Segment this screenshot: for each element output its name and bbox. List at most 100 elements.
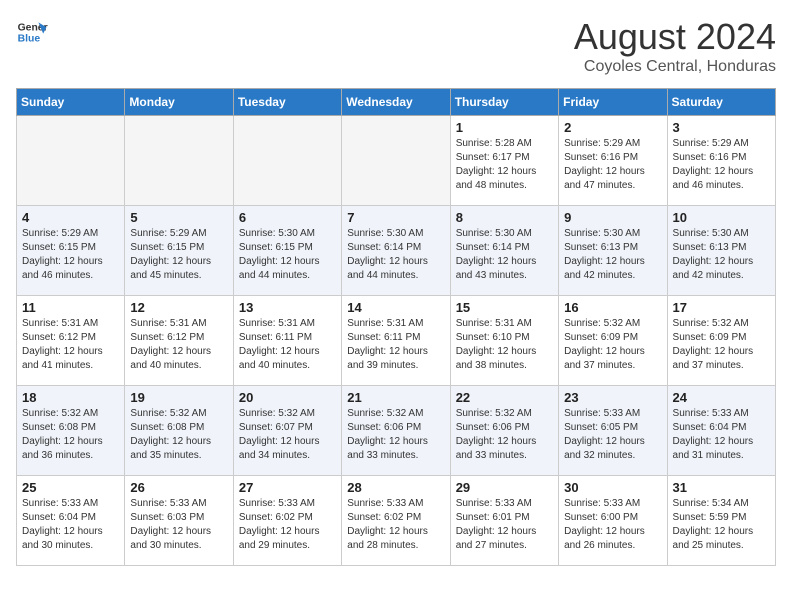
day-cell: 25 Sunrise: 5:33 AM Sunset: 6:04 PM Dayli… <box>17 476 125 566</box>
day-number: 14 <box>347 300 444 315</box>
day-number: 8 <box>456 210 553 225</box>
day-cell: 13 Sunrise: 5:31 AM Sunset: 6:11 PM Dayli… <box>233 296 341 386</box>
day-info: Sunrise: 5:31 AM Sunset: 6:11 PM Dayligh… <box>347 317 444 373</box>
day-number: 2 <box>564 120 661 135</box>
day-cell: 6Sunrise: 5:30 AM Sunset: 6:15 PM Daylig… <box>233 206 341 296</box>
day-info: Sunrise: 5:33 AM Sunset: 6:02 PM Dayligh… <box>239 497 336 553</box>
col-header-tuesday: Tuesday <box>233 89 341 116</box>
day-info: Sunrise: 5:31 AM Sunset: 6:11 PM Dayligh… <box>239 317 336 373</box>
calendar-body: 1Sunrise: 5:28 AM Sunset: 6:17 PM Daylig… <box>17 116 776 566</box>
day-cell: 14 Sunrise: 5:31 AM Sunset: 6:11 PM Dayli… <box>342 296 450 386</box>
day-cell: 8 Sunrise: 5:30 AM Sunset: 6:14 PM Daylig… <box>450 206 558 296</box>
day-cell: 9 Sunrise: 5:30 AM Sunset: 6:13 PM Daylig… <box>559 206 667 296</box>
day-info: Sunrise: 5:29 AM Sunset: 6:16 PM Dayligh… <box>673 137 770 193</box>
day-cell: 23 Sunrise: 5:33 AM Sunset: 6:05 PM Dayli… <box>559 386 667 476</box>
day-cell: 28Sunrise: 5:33 AM Sunset: 6:02 PM Dayli… <box>342 476 450 566</box>
week-row-4: 18 Sunrise: 5:32 AM Sunset: 6:08 PM Dayli… <box>17 386 776 476</box>
week-row-3: 11 Sunrise: 5:31 AM Sunset: 6:12 PM Dayli… <box>17 296 776 386</box>
day-info: Sunrise: 5:33 AM Sunset: 6:05 PM Dayligh… <box>564 407 661 463</box>
day-number: 22 <box>456 390 553 405</box>
week-row-5: 25 Sunrise: 5:33 AM Sunset: 6:04 PM Dayli… <box>17 476 776 566</box>
day-number: 26 <box>130 480 227 495</box>
day-number: 10 <box>673 210 770 225</box>
day-info: Sunrise: 5:33 AM Sunset: 6:03 PM Dayligh… <box>130 497 227 553</box>
col-header-thursday: Thursday <box>450 89 558 116</box>
day-cell: 22 Sunrise: 5:32 AM Sunset: 6:06 PM Dayli… <box>450 386 558 476</box>
day-number: 9 <box>564 210 661 225</box>
day-cell: 29Sunrise: 5:33 AM Sunset: 6:01 PM Dayli… <box>450 476 558 566</box>
week-row-1: 1Sunrise: 5:28 AM Sunset: 6:17 PM Daylig… <box>17 116 776 206</box>
day-number: 18 <box>22 390 119 405</box>
logo: General Blue <box>16 16 48 48</box>
day-cell: 7 Sunrise: 5:30 AM Sunset: 6:14 PM Daylig… <box>342 206 450 296</box>
day-info: Sunrise: 5:33 AM Sunset: 6:04 PM Dayligh… <box>673 407 770 463</box>
day-number: 21 <box>347 390 444 405</box>
month-title: August 2024 <box>574 16 776 58</box>
day-info: Sunrise: 5:32 AM Sunset: 6:08 PM Dayligh… <box>130 407 227 463</box>
col-header-monday: Monday <box>125 89 233 116</box>
day-cell: 1Sunrise: 5:28 AM Sunset: 6:17 PM Daylig… <box>450 116 558 206</box>
day-info: Sunrise: 5:31 AM Sunset: 6:12 PM Dayligh… <box>22 317 119 373</box>
day-number: 31 <box>673 480 770 495</box>
day-number: 29 <box>456 480 553 495</box>
day-cell: 4 Sunrise: 5:29 AM Sunset: 6:15 PM Daylig… <box>17 206 125 296</box>
day-number: 23 <box>564 390 661 405</box>
day-info: Sunrise: 5:32 AM Sunset: 6:06 PM Dayligh… <box>456 407 553 463</box>
day-cell: 20 Sunrise: 5:32 AM Sunset: 6:07 PM Dayli… <box>233 386 341 476</box>
day-number: 15 <box>456 300 553 315</box>
day-number: 27 <box>239 480 336 495</box>
day-info: Sunrise: 5:34 AM Sunset: 5:59 PM Dayligh… <box>673 497 770 553</box>
title-area: August 2024 Coyoles Central, Honduras <box>574 16 776 76</box>
header: General Blue August 2024 Coyoles Central… <box>16 16 776 76</box>
day-number: 24 <box>673 390 770 405</box>
day-info: Sunrise: 5:29 AM Sunset: 6:16 PM Dayligh… <box>564 137 661 193</box>
day-number: 6 <box>239 210 336 225</box>
day-info: Sunrise: 5:31 AM Sunset: 6:10 PM Dayligh… <box>456 317 553 373</box>
day-number: 4 <box>22 210 119 225</box>
day-info: Sunrise: 5:30 AM Sunset: 6:13 PM Dayligh… <box>673 227 770 283</box>
day-number: 20 <box>239 390 336 405</box>
svg-text:Blue: Blue <box>18 34 41 45</box>
day-number: 17 <box>673 300 770 315</box>
day-cell: 30Sunrise: 5:33 AM Sunset: 6:00 PM Dayli… <box>559 476 667 566</box>
calendar-table: SundayMondayTuesdayWednesdayThursdayFrid… <box>16 88 776 566</box>
column-headers: SundayMondayTuesdayWednesdayThursdayFrid… <box>17 89 776 116</box>
day-info: Sunrise: 5:33 AM Sunset: 6:04 PM Dayligh… <box>22 497 119 553</box>
col-header-saturday: Saturday <box>667 89 775 116</box>
day-info: Sunrise: 5:29 AM Sunset: 6:15 PM Dayligh… <box>22 227 119 283</box>
day-cell: 10 Sunrise: 5:30 AM Sunset: 6:13 PM Dayli… <box>667 206 775 296</box>
col-header-wednesday: Wednesday <box>342 89 450 116</box>
week-row-2: 4 Sunrise: 5:29 AM Sunset: 6:15 PM Daylig… <box>17 206 776 296</box>
day-cell: 15 Sunrise: 5:31 AM Sunset: 6:10 PM Dayli… <box>450 296 558 386</box>
day-info: Sunrise: 5:33 AM Sunset: 6:00 PM Dayligh… <box>564 497 661 553</box>
day-number: 5 <box>130 210 227 225</box>
day-cell: 3Sunrise: 5:29 AM Sunset: 6:16 PM Daylig… <box>667 116 775 206</box>
col-header-sunday: Sunday <box>17 89 125 116</box>
day-info: Sunrise: 5:30 AM Sunset: 6:14 PM Dayligh… <box>456 227 553 283</box>
day-cell <box>233 116 341 206</box>
location-title: Coyoles Central, Honduras <box>574 58 776 76</box>
day-number: 7 <box>347 210 444 225</box>
day-cell <box>342 116 450 206</box>
day-number: 1 <box>456 120 553 135</box>
day-info: Sunrise: 5:32 AM Sunset: 6:07 PM Dayligh… <box>239 407 336 463</box>
day-number: 25 <box>22 480 119 495</box>
day-cell: 18Sunrise: 5:32 AM Sunset: 6:08 PM Dayli… <box>17 386 125 476</box>
day-cell: 12Sunrise: 5:31 AM Sunset: 6:12 PM Dayli… <box>125 296 233 386</box>
day-info: Sunrise: 5:32 AM Sunset: 6:09 PM Dayligh… <box>673 317 770 373</box>
day-cell <box>125 116 233 206</box>
day-number: 19 <box>130 390 227 405</box>
day-number: 16 <box>564 300 661 315</box>
day-cell: 27 Sunrise: 5:33 AM Sunset: 6:02 PM Dayli… <box>233 476 341 566</box>
day-number: 28 <box>347 480 444 495</box>
day-cell <box>17 116 125 206</box>
day-info: Sunrise: 5:30 AM Sunset: 6:14 PM Dayligh… <box>347 227 444 283</box>
col-header-friday: Friday <box>559 89 667 116</box>
day-cell: 17 Sunrise: 5:32 AM Sunset: 6:09 PM Dayli… <box>667 296 775 386</box>
day-info: Sunrise: 5:32 AM Sunset: 6:09 PM Dayligh… <box>564 317 661 373</box>
day-number: 13 <box>239 300 336 315</box>
day-cell: 24 Sunrise: 5:33 AM Sunset: 6:04 PM Dayli… <box>667 386 775 476</box>
day-info: Sunrise: 5:30 AM Sunset: 6:13 PM Dayligh… <box>564 227 661 283</box>
day-number: 11 <box>22 300 119 315</box>
day-info: Sunrise: 5:29 AM Sunset: 6:15 PM Dayligh… <box>130 227 227 283</box>
